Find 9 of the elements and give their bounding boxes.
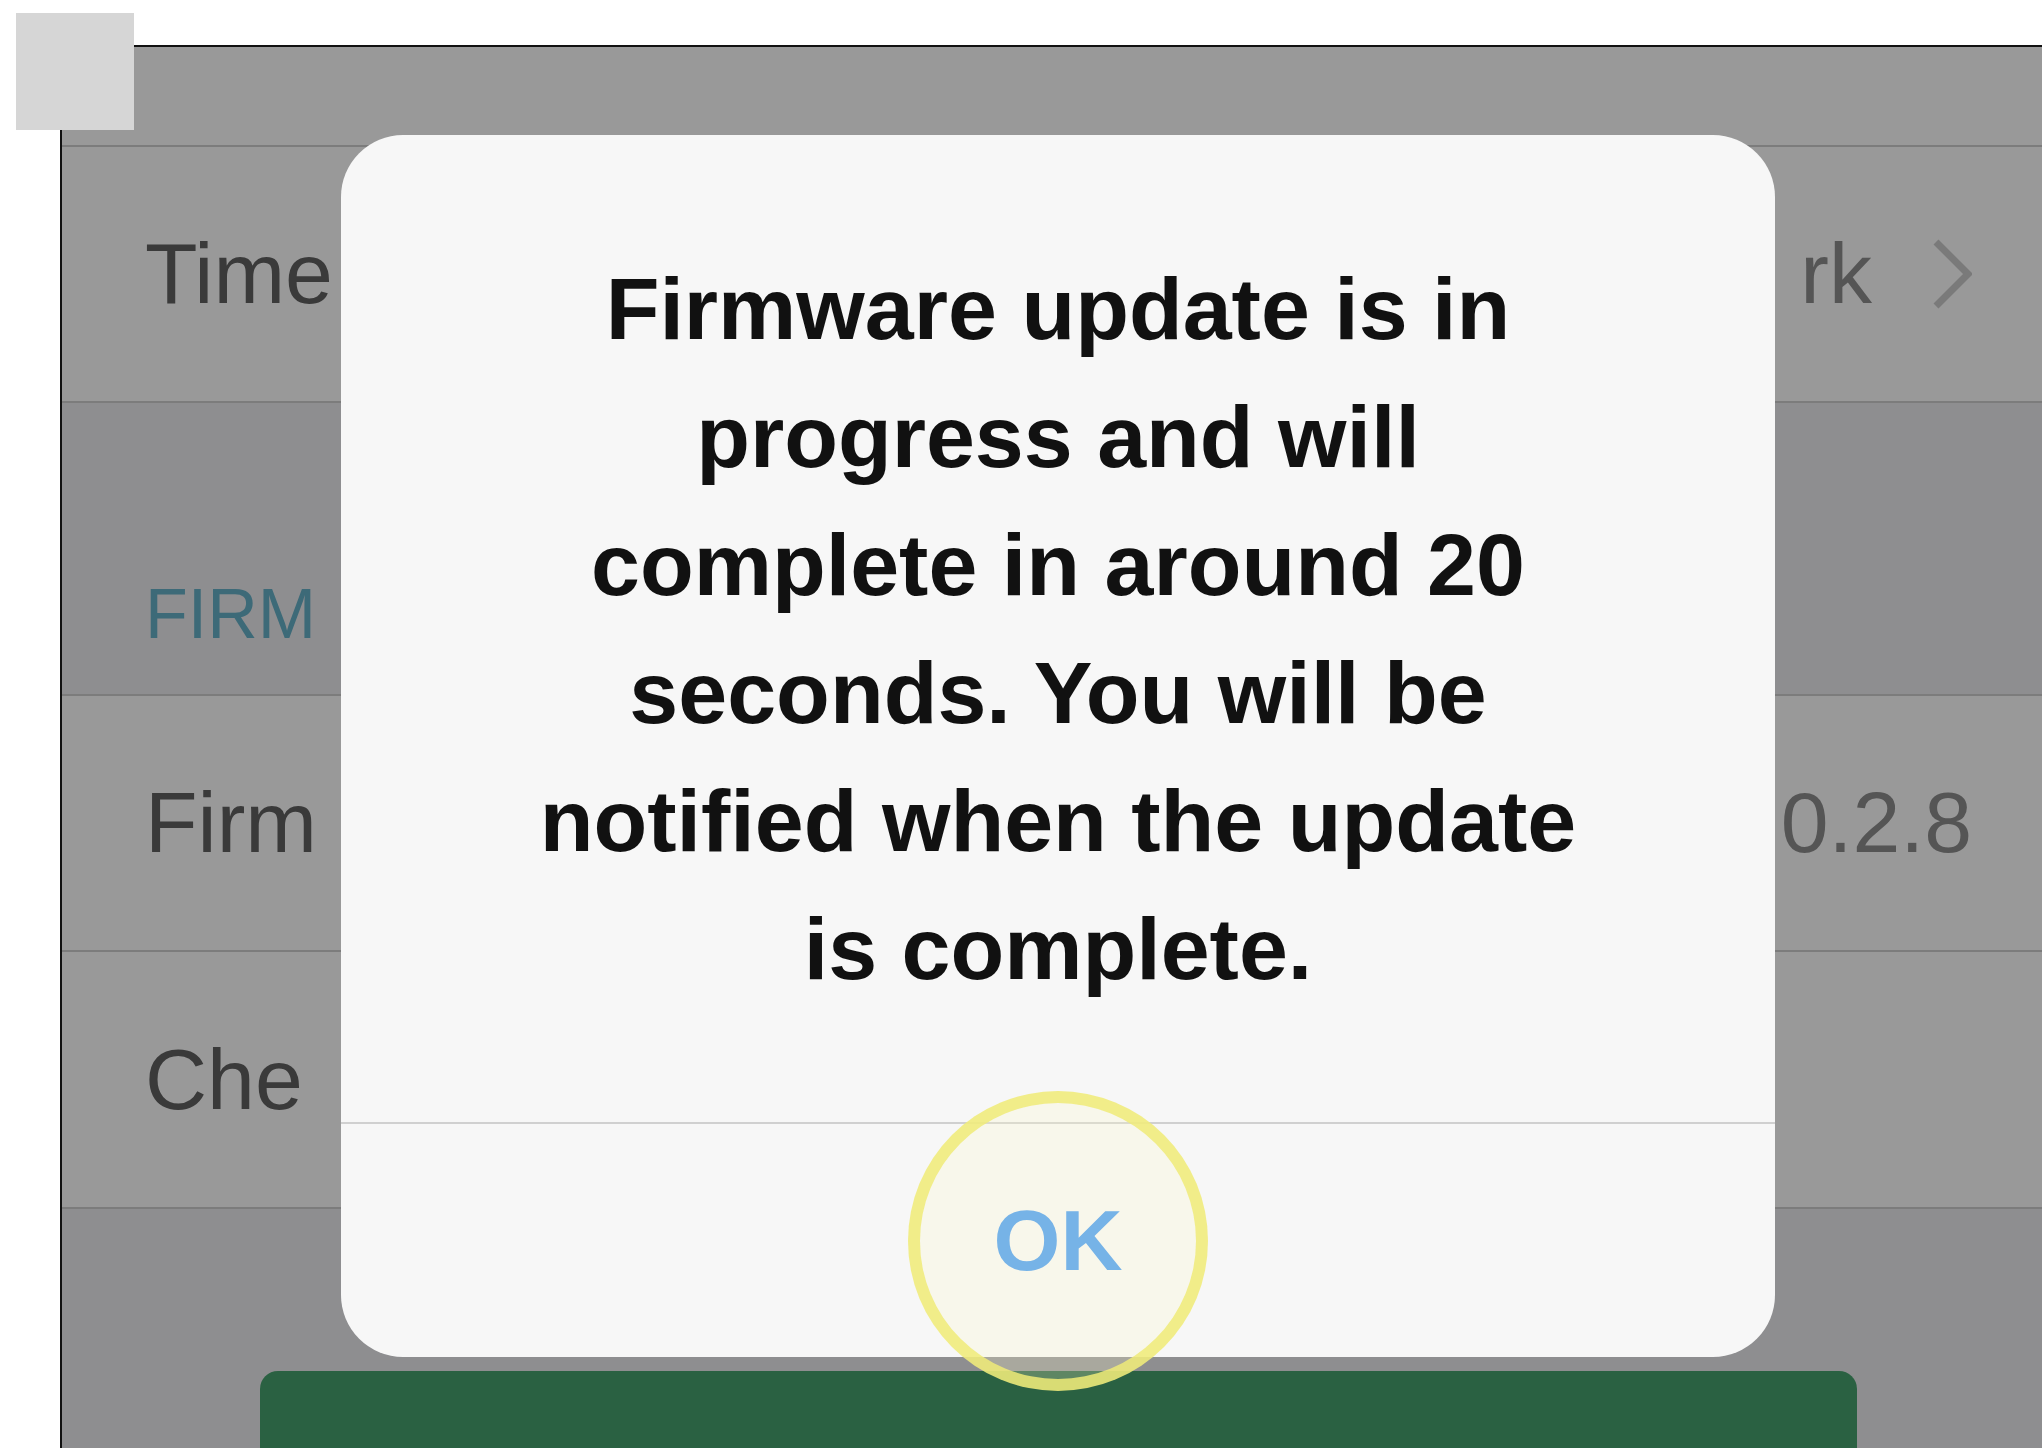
- row-value: rk: [1800, 224, 1872, 324]
- alert-message: Firmware update is in progress and will complete in around 20 seconds. You will be notified when the update is complete.: [538, 258, 1578, 1000]
- row-label: Firm: [145, 773, 317, 873]
- row-label: Time: [145, 224, 333, 324]
- action-button[interactable]: [260, 1370, 1857, 1448]
- section-header: FIRM: [145, 573, 317, 654]
- ok-button[interactable]: OK: [341, 1124, 1775, 1357]
- row-label: Che: [145, 1029, 303, 1129]
- row-value: 0.2.8: [1780, 773, 1972, 873]
